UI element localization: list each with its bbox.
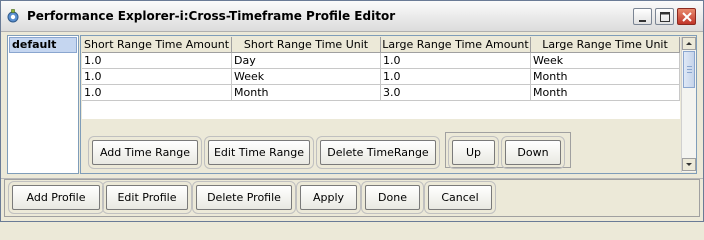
profile-editor-window: Performance Explorer-i:Cross-Timeframe P…	[0, 0, 704, 222]
title-bar[interactable]: Performance Explorer-i:Cross-Timeframe P…	[1, 1, 703, 32]
done-button[interactable]: Done	[361, 181, 424, 214]
scroll-up-arrow-icon[interactable]	[682, 37, 696, 50]
close-button[interactable]	[677, 8, 696, 25]
column-header-short-unit[interactable]: Short Range Time Unit	[232, 37, 381, 53]
move-down-button[interactable]: Down	[501, 136, 565, 169]
table-cell[interactable]: 1.0	[82, 53, 232, 69]
cancel-button[interactable]: Cancel	[424, 181, 496, 214]
table-cell[interactable]: 1.0	[381, 53, 531, 69]
maximize-button[interactable]	[655, 8, 674, 25]
add-profile-button[interactable]: Add Profile	[8, 181, 104, 214]
table-cell[interactable]: Week	[232, 69, 381, 85]
table-cell[interactable]: Month	[531, 85, 680, 101]
column-header-short-amount[interactable]: Short Range Time Amount	[82, 37, 232, 53]
table-cell[interactable]: 1.0	[82, 69, 232, 85]
app-icon	[6, 9, 20, 23]
edit-profile-button[interactable]: Edit Profile	[102, 181, 192, 214]
table-cell[interactable]: 3.0	[381, 85, 531, 101]
column-header-large-unit[interactable]: Large Range Time Unit	[531, 37, 680, 53]
window-title: Performance Explorer-i:Cross-Timeframe P…	[27, 9, 396, 23]
move-up-button[interactable]: Up	[448, 136, 499, 169]
delete-profile-button[interactable]: Delete Profile	[192, 181, 296, 214]
profile-item-default[interactable]: default	[9, 37, 77, 53]
table-cell[interactable]: Month	[232, 85, 381, 101]
edit-time-range-button[interactable]: Edit Time Range	[204, 136, 314, 169]
table-cell[interactable]: Month	[531, 69, 680, 85]
table-cell[interactable]: 1.0	[82, 85, 232, 101]
column-header-large-amount[interactable]: Large Range Time Amount	[381, 37, 531, 53]
minimize-button[interactable]	[633, 8, 652, 25]
table-cell[interactable]: Day	[232, 53, 381, 69]
apply-button[interactable]: Apply	[296, 181, 361, 214]
time-range-panel: Short Range Time Amount Short Range Time…	[80, 35, 697, 174]
time-range-table[interactable]: Short Range Time Amount Short Range Time…	[82, 37, 680, 119]
scroll-down-arrow-icon[interactable]	[682, 158, 696, 171]
delete-time-range-button[interactable]: Delete TimeRange	[316, 136, 440, 169]
scrollbar-thumb[interactable]	[683, 51, 695, 88]
table-cell[interactable]: Week	[531, 53, 680, 69]
add-time-range-button[interactable]: Add Time Range	[88, 136, 202, 169]
table-cell[interactable]: 1.0	[381, 69, 531, 85]
vertical-scrollbar[interactable]	[681, 37, 696, 172]
profile-list[interactable]: default	[7, 35, 79, 174]
